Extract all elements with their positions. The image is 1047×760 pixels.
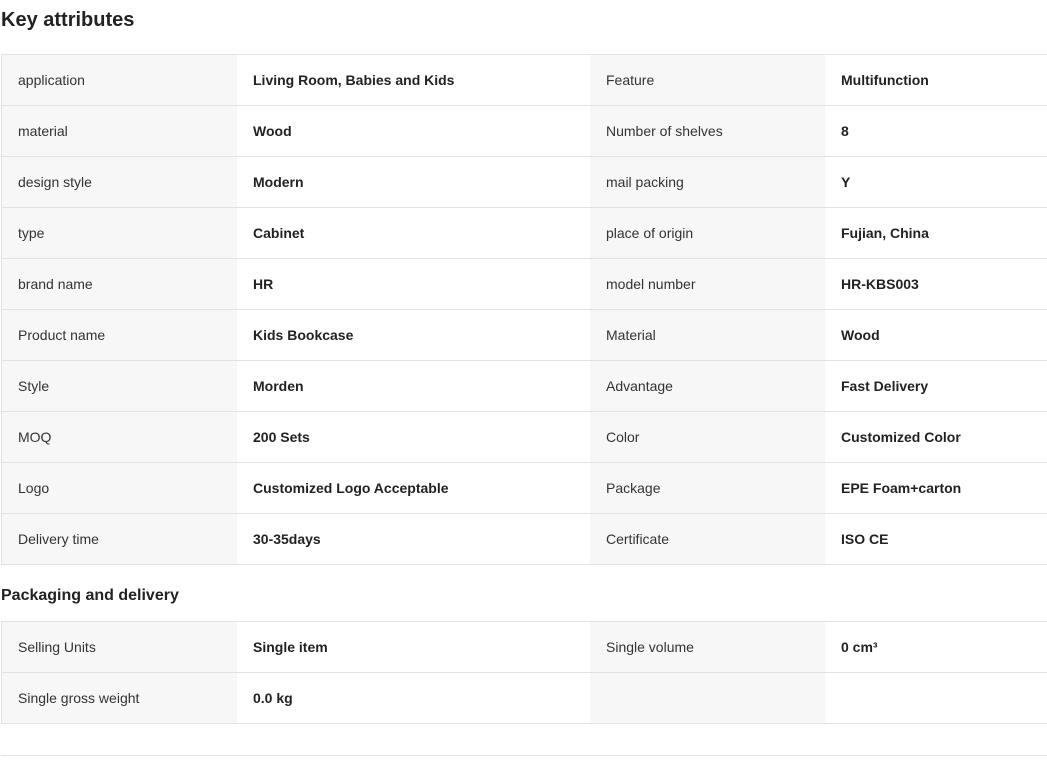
attribute-label: MOQ (1, 412, 237, 462)
attribute-value: Morden (237, 361, 590, 411)
attribute-label: Selling Units (1, 622, 237, 672)
attribute-row: design style Modern mail packing Y (1, 157, 1047, 208)
attribute-value: 200 Sets (237, 412, 590, 462)
attribute-value: HR (237, 259, 590, 309)
attribute-label: Material (590, 310, 825, 360)
attribute-label: Single gross weight (1, 673, 237, 723)
attribute-label: Color (590, 412, 825, 462)
attribute-value: Multifunction (825, 55, 1047, 105)
section-divider (1, 755, 1047, 756)
attribute-value: Modern (237, 157, 590, 207)
attribute-value: Living Room, Babies and Kids (237, 55, 590, 105)
attribute-value: Customized Color (825, 412, 1047, 462)
key-attributes-table: application Living Room, Babies and Kids F… (1, 54, 1047, 565)
attribute-row: material Wood Number of shelves 8 (1, 106, 1047, 157)
attribute-label: Logo (1, 463, 237, 513)
product-attributes-page: Key attributes application Living Room, B… (0, 0, 1047, 760)
attribute-value: 0 cm³ (825, 622, 1047, 672)
attribute-value: Kids Bookcase (237, 310, 590, 360)
attribute-row: type Cabinet place of origin Fujian, China (1, 208, 1047, 259)
attribute-value: 0.0 kg (237, 673, 590, 723)
attribute-value: Wood (237, 106, 590, 156)
attribute-row: Selling Units Single item Single volume 0 c… (1, 622, 1047, 673)
attribute-row: Delivery time 30-35days Certificate ISO CE (1, 514, 1047, 565)
attribute-label: Number of shelves (590, 106, 825, 156)
attribute-value: 8 (825, 106, 1047, 156)
attribute-label: Package (590, 463, 825, 513)
attribute-value: Single item (237, 622, 590, 672)
attribute-label: Advantage (590, 361, 825, 411)
attribute-row: Logo Customized Logo Acceptable Package EPE… (1, 463, 1047, 514)
attribute-value: Customized Logo Acceptable (237, 463, 590, 513)
attribute-label: Single volume (590, 622, 825, 672)
attribute-row: Style Morden Advantage Fast Delivery (1, 361, 1047, 412)
attribute-value: Wood (825, 310, 1047, 360)
attribute-label: brand name (1, 259, 237, 309)
attribute-label: material (1, 106, 237, 156)
attribute-label: Product name (1, 310, 237, 360)
attribute-value: 30-35days (237, 514, 590, 564)
attribute-value: EPE Foam+carton (825, 463, 1047, 513)
attribute-row: brand name HR model number HR-KBS003 (1, 259, 1047, 310)
attribute-value: HR-KBS003 (825, 259, 1047, 309)
attribute-label: Feature (590, 55, 825, 105)
packaging-delivery-title: Packaging and delivery (1, 587, 179, 604)
attribute-label: Style (1, 361, 237, 411)
attribute-label: place of origin (590, 208, 825, 258)
attribute-value: Fujian, China (825, 208, 1047, 258)
attribute-label (590, 673, 825, 723)
attribute-label: Certificate (590, 514, 825, 564)
key-attributes-title: Key attributes (1, 9, 135, 31)
attribute-label: application (1, 55, 237, 105)
attribute-row: application Living Room, Babies and Kids F… (1, 55, 1047, 106)
attribute-row: Single gross weight 0.0 kg (1, 673, 1047, 724)
attribute-value: Fast Delivery (825, 361, 1047, 411)
attribute-value: Cabinet (237, 208, 590, 258)
attribute-label: mail packing (590, 157, 825, 207)
attribute-value: ISO CE (825, 514, 1047, 564)
attribute-label: type (1, 208, 237, 258)
attribute-label: model number (590, 259, 825, 309)
attribute-row: Product name Kids Bookcase Material Wood (1, 310, 1047, 361)
attribute-label: Delivery time (1, 514, 237, 564)
attribute-value (825, 673, 1047, 723)
attribute-row: MOQ 200 Sets Color Customized Color (1, 412, 1047, 463)
attribute-value: Y (825, 157, 1047, 207)
packaging-delivery-table: Selling Units Single item Single volume 0 c… (1, 621, 1047, 724)
attribute-label: design style (1, 157, 237, 207)
